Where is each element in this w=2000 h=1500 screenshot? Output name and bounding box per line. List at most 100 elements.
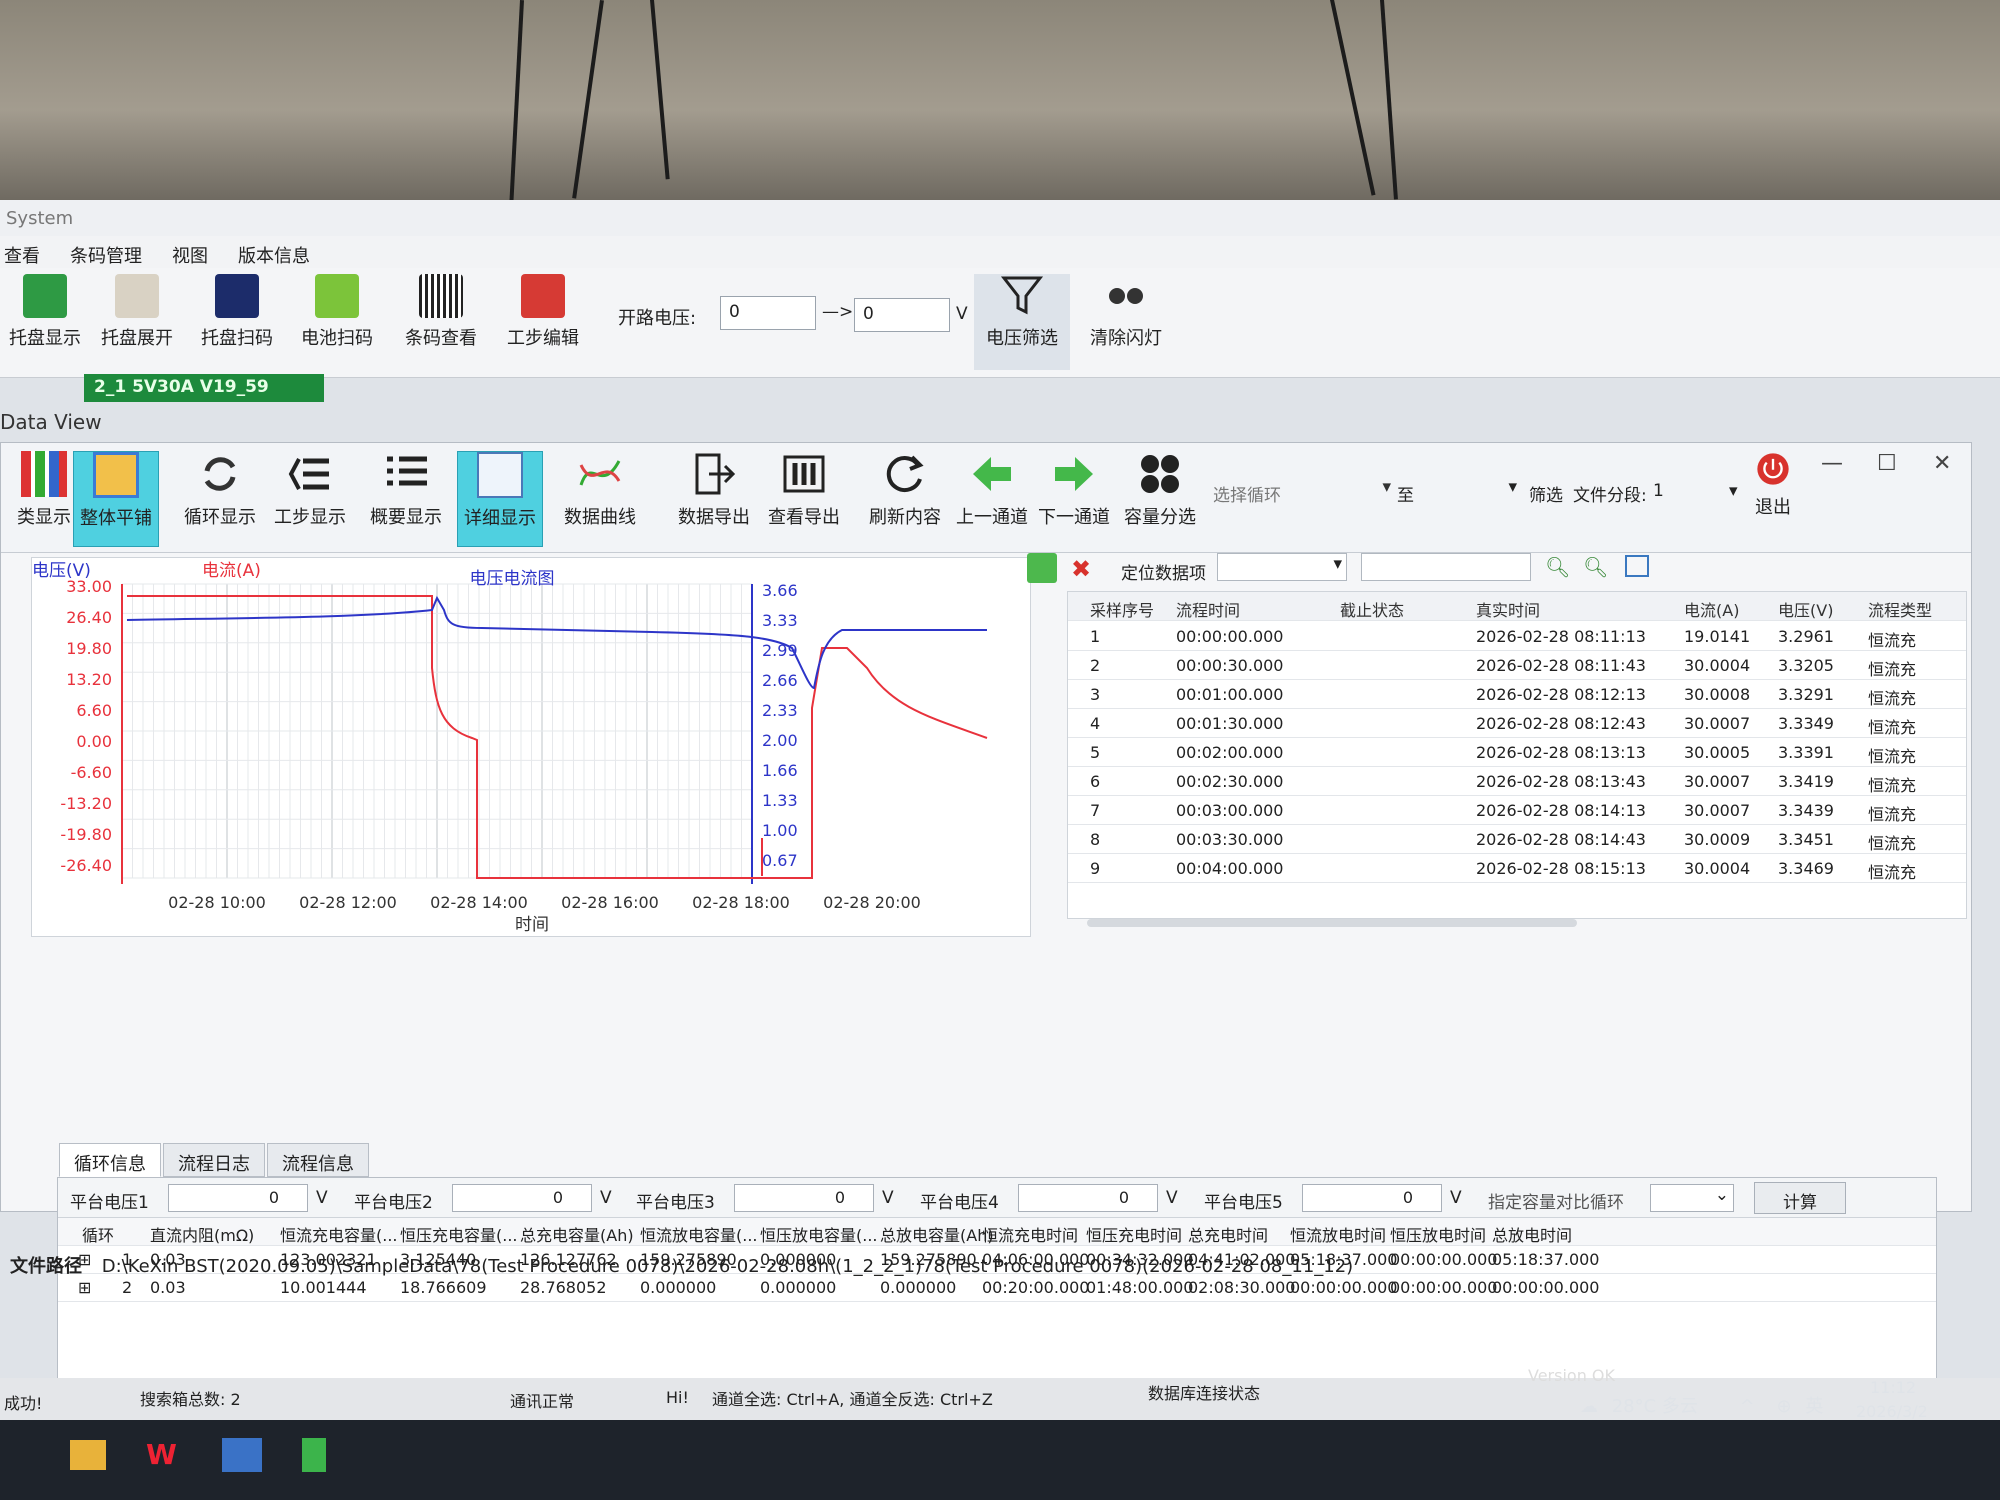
- table-row[interactable]: 8 00:03:30.000 2026-02-28 08:14:43 30.0009 3…: [1068, 825, 1966, 854]
- table-row[interactable]: 9 00:04:00.000 2026-02-28 08:15:13 30.0004 3…: [1068, 854, 1966, 883]
- chart-title: 电压电流图: [470, 569, 555, 589]
- app-icon[interactable]: [222, 1438, 262, 1472]
- chart-grid-toggle-icon[interactable]: [1027, 553, 1057, 583]
- cycle-col-header[interactable]: 总充电时间: [1188, 1222, 1268, 1246]
- table-row[interactable]: 2 00:00:30.000 2026-02-28 08:11:43 30.0004 3…: [1068, 651, 1966, 680]
- table-row[interactable]: 7 00:03:00.000 2026-02-28 08:14:13 30.0007 3…: [1068, 796, 1966, 825]
- platform-voltage-4-input[interactable]: 0: [1018, 1184, 1158, 1212]
- tab-cycle-info[interactable]: 循环信息: [59, 1143, 161, 1177]
- cycle-col-header[interactable]: 循环: [82, 1222, 114, 1246]
- platform-voltage-1-input[interactable]: 0: [168, 1184, 308, 1212]
- delete-icon[interactable]: ✖: [1071, 555, 1091, 583]
- filter-label[interactable]: 筛选: [1529, 481, 1563, 506]
- platform-voltage-2-input[interactable]: 0: [452, 1184, 592, 1212]
- segment-value[interactable]: 1: [1653, 481, 1664, 501]
- clock-date[interactable]: 2026/3/2: [1856, 1402, 1928, 1421]
- search-next-icon[interactable]: 🔍︎: [1583, 555, 1608, 579]
- detail-view-button[interactable]: 详细显示: [457, 451, 543, 547]
- grid-scrollbar[interactable]: [1087, 919, 1577, 927]
- menu-version[interactable]: 版本信息: [238, 242, 310, 267]
- battery-app-icon[interactable]: [302, 1438, 326, 1472]
- barcode-view-button[interactable]: 条码查看: [396, 274, 486, 370]
- wps-icon[interactable]: W: [146, 1438, 177, 1471]
- clock-time[interactable]: 11:12: [1870, 1378, 1916, 1397]
- voltage-from-input[interactable]: 0: [720, 296, 816, 330]
- cycle-cell: 18.766609: [400, 1278, 487, 1297]
- cycle-col-header[interactable]: 恒流充电时间: [982, 1222, 1078, 1246]
- next-channel-button[interactable]: 下一通道: [1031, 451, 1117, 547]
- segment-dropdown-icon[interactable]: ▾: [1729, 481, 1738, 501]
- weather-text[interactable]: 28°C 多云: [1612, 1396, 1698, 1417]
- voltage-filter-button[interactable]: 电压筛选: [974, 274, 1070, 370]
- col-current[interactable]: 电流(A): [1684, 597, 1739, 621]
- table-row[interactable]: 5 00:02:00.000 2026-02-28 08:13:13 30.0005 3…: [1068, 738, 1966, 767]
- platform-voltage-5-input[interactable]: 0: [1302, 1184, 1442, 1212]
- minimize-icon[interactable]: —: [1821, 451, 1843, 476]
- grid-cell: 7: [1090, 801, 1101, 820]
- chevron-up-icon[interactable]: ^: [1740, 1396, 1755, 1417]
- cycle-col-header[interactable]: 恒流放电时间: [1290, 1222, 1386, 1246]
- expand-icon[interactable]: ⊞: [78, 1278, 91, 1297]
- menu-display[interactable]: 视图: [172, 242, 208, 267]
- col-sample-no[interactable]: 采样序号: [1090, 597, 1154, 621]
- col-process-type[interactable]: 流程类型: [1868, 597, 1932, 621]
- weather-icon[interactable]: ☁: [1580, 1396, 1598, 1417]
- platform-voltage-3-input[interactable]: 0: [734, 1184, 874, 1212]
- tray-expand-button[interactable]: 托盘展开: [92, 274, 182, 370]
- exit-button[interactable]: 退出: [1745, 451, 1801, 547]
- ime-indicator[interactable]: 英: [1805, 1396, 1823, 1417]
- table-row[interactable]: 3 00:01:00.000 2026-02-28 08:12:13 30.0008 3…: [1068, 680, 1966, 709]
- col-process-time[interactable]: 流程时间: [1176, 597, 1240, 621]
- step-view-button[interactable]: 工步显示: [267, 451, 353, 547]
- menu-view[interactable]: 查看: [4, 242, 40, 267]
- tab-process-log[interactable]: 流程日志: [163, 1143, 265, 1177]
- folder-icon[interactable]: [70, 1440, 106, 1470]
- cycle-col-header[interactable]: 总放电容量(Ah): [880, 1222, 994, 1246]
- tile-all-button[interactable]: 整体平铺: [73, 451, 159, 547]
- col-cutoff-state[interactable]: 截止状态: [1340, 597, 1404, 621]
- locate-input[interactable]: [1361, 553, 1531, 581]
- cycle-view-button[interactable]: 循环显示: [177, 451, 263, 547]
- tray-scan-button[interactable]: 托盘扫码: [192, 274, 282, 370]
- table-row[interactable]: ⊞ 2 0.03 10.001444 18.766609 28.768052 0.00000…: [58, 1274, 1936, 1302]
- battery-scan-button[interactable]: 电池扫码: [292, 274, 382, 370]
- cycle-col-header[interactable]: 恒压充电容量(...: [400, 1222, 518, 1246]
- cycle-from-dropdown[interactable]: ▾: [1341, 477, 1391, 505]
- clear-flash-button[interactable]: 清除闪灯: [1076, 274, 1176, 370]
- calculate-button[interactable]: 计算: [1754, 1182, 1846, 1214]
- maximize-icon[interactable]: ☐: [1877, 451, 1897, 476]
- view-export-button[interactable]: 查看导出: [761, 451, 847, 547]
- cycle-col-header[interactable]: 恒流放电容量(...: [640, 1222, 758, 1246]
- table-row[interactable]: 1 00:00:00.000 2026-02-28 08:11:13 19.0141 3…: [1068, 622, 1966, 651]
- close-icon[interactable]: ✕: [1933, 451, 1951, 476]
- cycle-col-header[interactable]: 直流内阻(mΩ): [150, 1222, 254, 1246]
- cycle-to-dropdown[interactable]: ▾: [1431, 477, 1517, 505]
- channel-tab[interactable]: 2_1 5V30A V19_59: [84, 374, 324, 402]
- cycle-col-header[interactable]: 恒流充电容量(...: [280, 1222, 398, 1246]
- globe-icon[interactable]: ⊕: [1777, 1396, 1792, 1417]
- data-curve-button[interactable]: 数据曲线: [557, 451, 643, 547]
- capacity-sort-button[interactable]: 容量分选: [1117, 451, 1203, 547]
- voltage-to-input[interactable]: 0: [854, 298, 950, 332]
- cycle-col-header[interactable]: 恒压放电容量(...: [760, 1222, 878, 1246]
- refresh-content-button[interactable]: 刷新内容: [857, 451, 953, 547]
- cycle-col-header[interactable]: 恒压充电时间: [1086, 1222, 1182, 1246]
- table-row[interactable]: 4 00:01:30.000 2026-02-28 08:12:43 30.0007 3…: [1068, 709, 1966, 738]
- col-real-time[interactable]: 真实时间: [1476, 597, 1540, 621]
- table-settings-icon[interactable]: [1625, 555, 1649, 577]
- table-row[interactable]: 6 00:02:30.000 2026-02-28 08:13:43 30.0007 3…: [1068, 767, 1966, 796]
- menu-barcode[interactable]: 条码管理: [70, 242, 142, 267]
- tab-process-info[interactable]: 流程信息: [267, 1143, 369, 1177]
- cycle-col-header[interactable]: 总放电时间: [1492, 1222, 1572, 1246]
- tray-show-button[interactable]: 托盘显示: [0, 274, 90, 370]
- summary-view-button[interactable]: 概要显示: [363, 451, 449, 547]
- col-voltage[interactable]: 电压(V): [1778, 597, 1833, 621]
- cycle-col-header[interactable]: 总充电容量(Ah): [520, 1222, 634, 1246]
- locate-dropdown[interactable]: ▾: [1217, 553, 1347, 581]
- compare-cycle-dropdown[interactable]: ⌄: [1650, 1184, 1734, 1212]
- prev-channel-button[interactable]: 上一通道: [949, 451, 1035, 547]
- step-edit-button[interactable]: 工步编辑: [498, 274, 588, 370]
- data-export-button[interactable]: 数据导出: [671, 451, 757, 547]
- cycle-col-header[interactable]: 恒压放电时间: [1390, 1222, 1486, 1246]
- search-icon[interactable]: 🔍︎: [1545, 555, 1570, 579]
